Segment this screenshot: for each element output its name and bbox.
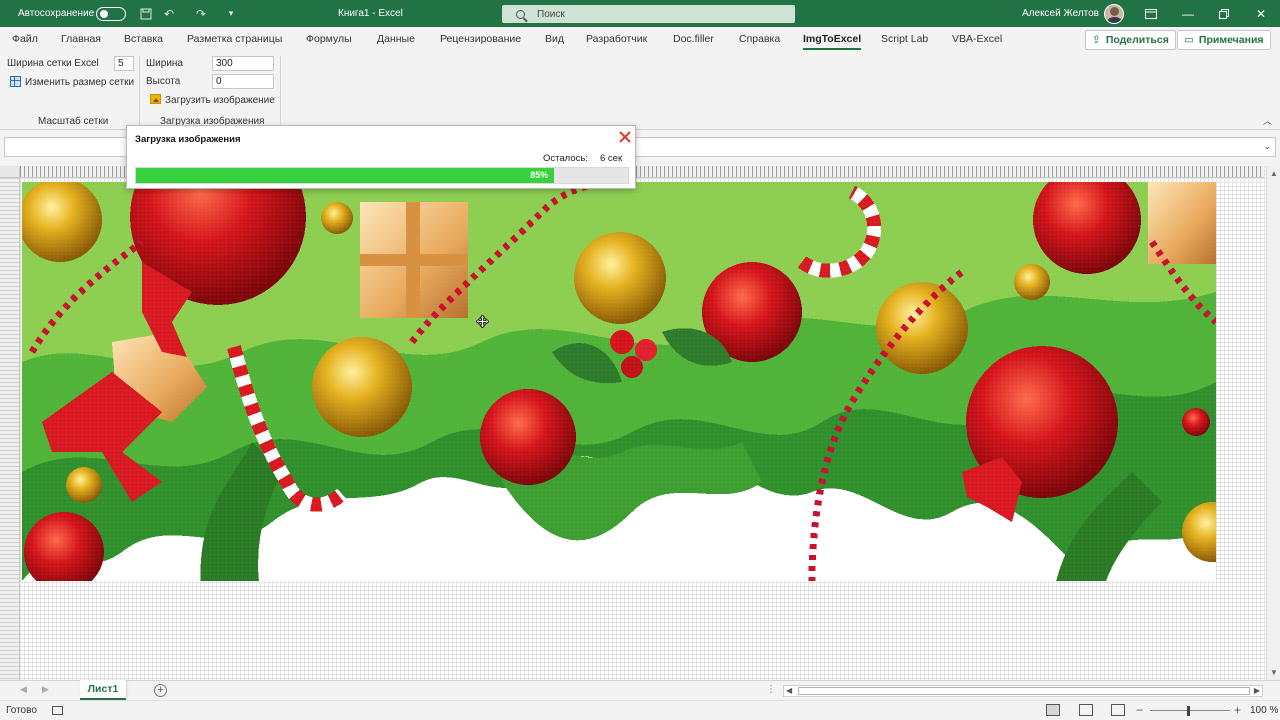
progress-bar: 85%	[135, 167, 629, 184]
christmas-garland-image	[22, 182, 1216, 581]
load-image-label: Загрузить изображение	[165, 95, 275, 106]
pixel-image	[22, 182, 1216, 581]
select-all-corner[interactable]	[0, 166, 20, 178]
save-icon[interactable]	[137, 0, 155, 27]
resize-grid-button[interactable]: Изменить размер сетки	[10, 76, 134, 88]
tab-formulas[interactable]: Формулы	[306, 27, 352, 52]
grid-icon	[10, 76, 21, 87]
tab-page-layout[interactable]: Разметка страницы	[187, 27, 282, 52]
add-sheet-icon[interactable]: +	[154, 684, 167, 697]
height-label: Высота	[146, 76, 181, 87]
resize-grid-label: Изменить размер сетки	[25, 77, 135, 88]
row-headers[interactable]	[0, 178, 20, 680]
progress-percent: 85%	[530, 170, 549, 180]
tab-file[interactable]: Файл	[12, 27, 38, 52]
scroll-right-icon[interactable]: ▶	[1254, 686, 1260, 695]
zoom-slider-track[interactable]	[1150, 710, 1230, 711]
macro-recording-icon[interactable]	[52, 706, 63, 715]
status-ready: Готово	[6, 705, 37, 716]
comments-button[interactable]: ▭ Примечания	[1177, 30, 1271, 50]
grid-size-input[interactable]: 5	[114, 56, 134, 71]
tab-imgtoexcel[interactable]: ImgToExcel	[803, 27, 862, 52]
group-divider	[280, 56, 281, 126]
close-icon[interactable]	[617, 129, 633, 145]
horizontal-scrollbar[interactable]: ◀ ▶	[783, 685, 1263, 697]
scroll-left-icon[interactable]: ◀	[786, 686, 792, 695]
vertical-scrollbar[interactable]: ▲ ▼	[1266, 166, 1280, 680]
tab-home[interactable]: Главная	[61, 27, 101, 52]
collapse-ribbon-icon[interactable]: ︿	[1263, 114, 1272, 127]
share-label: Поделиться	[1105, 34, 1169, 46]
image-icon	[150, 94, 161, 104]
next-sheet-icon[interactable]: ▶	[42, 684, 49, 695]
tab-help[interactable]: Справка	[739, 27, 780, 52]
minimize-icon[interactable]: —	[1170, 0, 1206, 27]
remaining-label: Осталось:	[543, 153, 588, 164]
ribbon-tabs: Файл Главная Вставка Разметка страницы Ф…	[0, 27, 1280, 52]
tab-split-handle-icon[interactable]: ⋮	[766, 684, 776, 695]
height-input[interactable]: 0	[212, 74, 274, 89]
scroll-down-icon[interactable]: ▼	[1270, 668, 1278, 677]
toggle-knob	[100, 10, 108, 18]
status-bar: Готово − + 100 %	[0, 700, 1280, 720]
scroll-thumb[interactable]	[798, 687, 1250, 695]
autosave-label: Автосохранение	[18, 8, 95, 19]
dialog-title: Загрузка изображения	[135, 134, 241, 145]
tab-review[interactable]: Рецензирование	[440, 27, 521, 52]
tab-docfiller[interactable]: Doc.filler	[673, 27, 714, 52]
expand-formula-bar-icon[interactable]: ⌄	[1263, 141, 1271, 152]
search-placeholder: Поиск	[537, 8, 565, 20]
image-loading-dialog: Загрузка изображения Осталось: 6 сек 85%	[126, 125, 636, 189]
restore-icon[interactable]	[1206, 0, 1242, 27]
search-icon	[516, 9, 525, 19]
group-label-scale: Масштаб сетки	[38, 116, 109, 127]
title-bar: Автосохранение ↶ ↷ ▾ Книга1 - Excel Поис…	[0, 0, 1280, 27]
zoom-in-icon[interactable]: +	[1234, 703, 1241, 717]
tab-view[interactable]: Вид	[545, 27, 564, 52]
page-break-view-icon[interactable]	[1111, 704, 1125, 716]
undo-icon[interactable]: ↶	[160, 0, 178, 27]
move-cursor-icon	[475, 314, 490, 329]
load-image-button[interactable]: Загрузить изображение	[150, 94, 275, 106]
tab-script-lab[interactable]: Script Lab	[881, 27, 928, 52]
redo-icon[interactable]: ↷	[192, 0, 210, 27]
comments-label: Примечания	[1198, 34, 1264, 46]
tab-vba-excel[interactable]: VBA-Excel	[952, 27, 1002, 52]
close-window-icon[interactable]: ✕	[1243, 0, 1279, 27]
ribbon: Ширина сетки Excel 5 Изменить размер сет…	[0, 52, 1280, 130]
sheet-tabs-bar: ◀ ▶ Лист1 + ⋮ ◀ ▶	[0, 680, 1280, 700]
ribbon-display-icon[interactable]	[1133, 0, 1169, 27]
comment-icon: ▭	[1184, 34, 1194, 46]
width-input[interactable]: 300	[212, 56, 274, 71]
tab-developer[interactable]: Разработчик	[586, 27, 647, 52]
zoom-level[interactable]: 100 %	[1250, 705, 1278, 716]
page-layout-view-icon[interactable]	[1079, 704, 1093, 716]
tab-insert[interactable]: Вставка	[124, 27, 163, 52]
width-label: Ширина	[146, 58, 183, 69]
sheet-tab-list1[interactable]: Лист1	[80, 680, 126, 700]
user-avatar[interactable]	[1104, 4, 1124, 24]
group-divider	[139, 56, 140, 126]
user-name[interactable]: Алексей Желтов	[1022, 0, 1099, 27]
remaining-value: 6 сек	[600, 153, 623, 164]
zoom-out-icon[interactable]: −	[1136, 703, 1143, 717]
tab-data[interactable]: Данные	[377, 27, 415, 52]
normal-view-icon[interactable]	[1046, 704, 1060, 716]
share-button[interactable]: ⇪ Поделиться	[1085, 30, 1176, 50]
scroll-up-icon[interactable]: ▲	[1270, 169, 1278, 178]
grid-size-label: Ширина сетки Excel	[7, 58, 99, 69]
search-box[interactable]: Поиск	[502, 5, 795, 23]
zoom-slider-thumb[interactable]	[1187, 706, 1190, 716]
window-title: Книга1 - Excel	[338, 8, 403, 19]
customize-toolbar-icon[interactable]: ▾	[222, 0, 240, 27]
share-icon: ⇪	[1092, 34, 1101, 46]
prev-sheet-icon[interactable]: ◀	[20, 684, 27, 695]
progress-fill	[136, 168, 555, 183]
autosave-toggle[interactable]	[96, 7, 126, 21]
